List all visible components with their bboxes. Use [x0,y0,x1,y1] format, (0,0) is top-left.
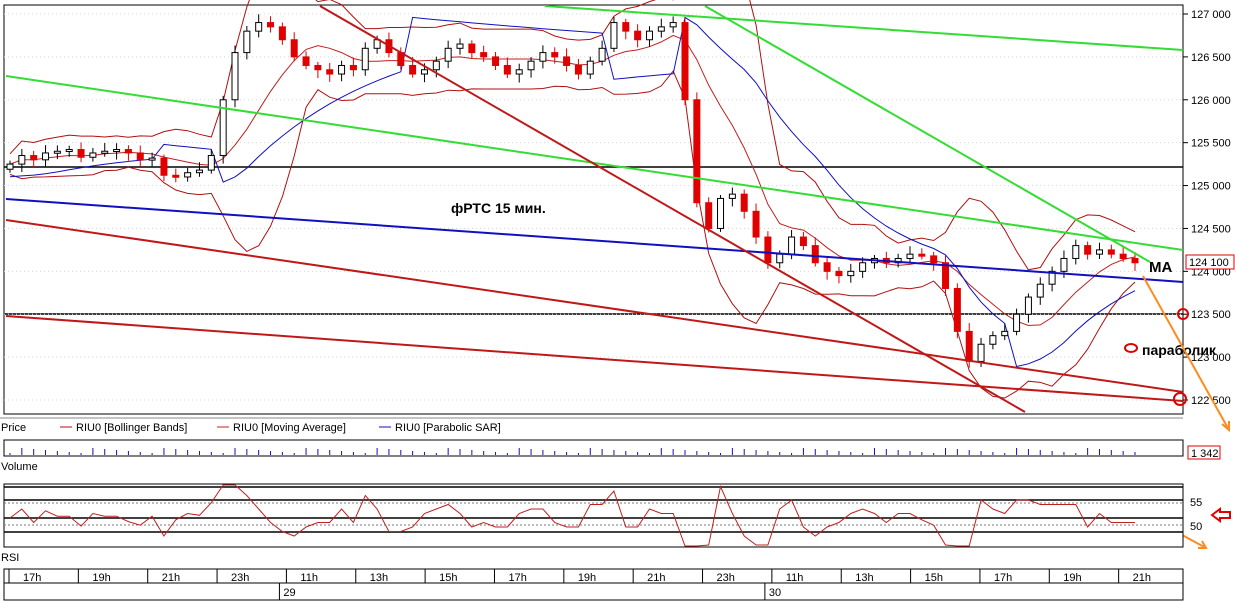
time-tick-label: 13h [855,572,873,584]
legend-parabolic-sar: RIU0 [Parabolic SAR] [395,422,501,434]
current-price-label: 124 100 [1189,257,1229,269]
volume-panel-name: Volume [1,461,38,473]
candle [231,45,239,108]
price-panel-name: Price [1,422,26,434]
candle [717,194,725,232]
day-tick-label: 29 [283,587,295,599]
volume-panel [3,439,1184,457]
time-tick-label: 23h [231,572,249,584]
candle [610,16,618,52]
volume-last-value: 1 342 [1191,448,1219,460]
price-tick-label: 125 500 [1191,138,1231,150]
legend-moving-average: RIU0 [Moving Average] [233,422,346,434]
time-tick-label: 21h [162,572,180,584]
chart-canvas: 127 000 126 500 126 000 125 500 125 000 124 5… [0,0,1235,601]
time-tick-label: 15h [439,572,457,584]
time-tick-label: 13h [370,572,388,584]
time-tick-label: 15h [925,572,943,584]
candle [693,92,701,208]
rsi-panel [3,483,1184,548]
time-tick-label: 17h [23,572,41,584]
rsi-panel-name: RSI [1,552,19,564]
price-tick-label: 124 500 [1191,223,1231,235]
time-tick-label: 17h [994,572,1012,584]
rsi-tick-55: 55 [1190,497,1202,509]
chart-title: фРТС 15 мин. [451,200,546,216]
time-tick-label: 21h [1133,572,1151,584]
price-tick-label: 127 000 [1191,9,1231,21]
time-tick-label: 19h [92,572,110,584]
time-tick-label: 19h [1063,572,1081,584]
day-tick-label: 30 [769,587,781,599]
time-tick-label: 17h [508,572,526,584]
time-tick-label: 23h [717,572,735,584]
arrow-left-rsi [1210,507,1231,523]
price-tick-label: 125 000 [1191,181,1231,193]
rsi-tick-50: 50 [1190,521,1202,533]
time-tick-label: 21h [647,572,665,584]
candle [219,95,227,164]
candle [705,197,713,233]
annotation-parabolic: параболик [1142,342,1217,358]
time-tick-label: 11h [786,572,804,584]
candle [953,283,961,339]
annotation-ma: МА [1149,259,1172,276]
candle [681,18,689,106]
time-tick-label: 19h [578,572,596,584]
legend-bollinger: RIU0 [Bollinger Bands] [76,422,187,434]
time-tick-label: 11h [300,572,318,584]
price-tick-label: 123 500 [1191,309,1231,321]
price-tick-label: 126 000 [1191,95,1231,107]
price-tick-label: 126 500 [1191,52,1231,64]
